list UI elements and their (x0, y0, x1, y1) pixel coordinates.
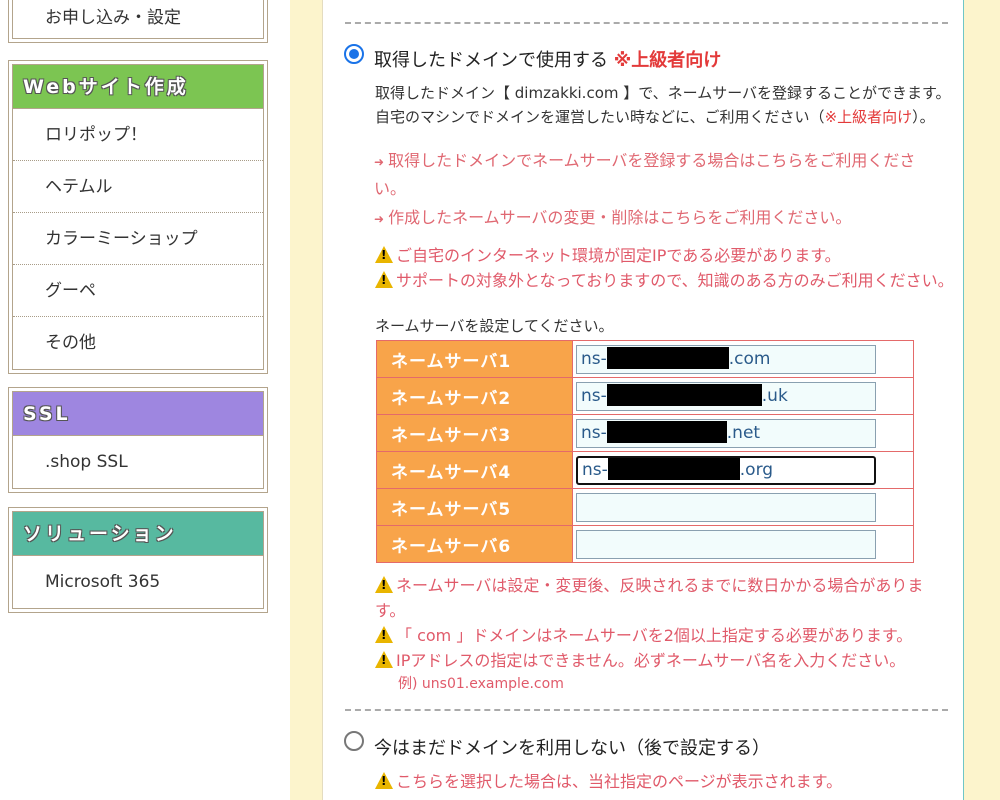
note-propagation-cont: す。 (375, 601, 406, 620)
note-propagation-text: ネームサーバは設定・変更後、反映されるまでに数日かかる場合がありま (396, 576, 924, 595)
warning-fixed-ip-text: ご自宅のインターネット環境が固定IPである必要があります。 (396, 246, 841, 265)
divider-bottom (345, 709, 948, 711)
warning-unsupported: サポートの対象外となっておりますので、知識のある方のみご利用ください。 (375, 267, 954, 291)
nameserver-label-4: ネームサーバ4 (376, 451, 573, 489)
link-register-nameserver-text[interactable]: 取得したドメインでネームサーバを登録する場合はこちらをご利用くださ (388, 151, 915, 170)
note-com-requirement-text: 「 com 」ドメインはネームサーバを2個以上指定する必要があります。 (396, 626, 913, 645)
redacted-block (606, 346, 729, 369)
sidebar: お申し込み・設定 Webサイト作成 ロリポップ！ ヘテムル カラーミーショップ … (0, 0, 290, 800)
link-register-nameserver-cont[interactable]: い。 (374, 175, 406, 199)
warning-default-page: こちらを選択した場合は、当社指定のページが表示されます。 (375, 768, 842, 792)
option-owned-title-text: 取得したドメインで使用する (374, 50, 608, 71)
link-edit-nameserver[interactable]: ➜ 作成したネームサーバの変更・削除はこちらをご利用ください。 (374, 204, 851, 228)
warning-icon (375, 576, 393, 593)
table-row: ネームサーバ4 ns- .org (376, 451, 914, 489)
sidebar-item-goope[interactable]: グーペ (13, 265, 263, 317)
warning-icon (375, 772, 393, 789)
table-row: ネームサーバ6 (376, 525, 914, 563)
note-no-ip: IPアドレスの指定はできません。必ずネームサーバ名を入力ください。 (375, 647, 905, 671)
advanced-badge: ※上級者向け (613, 50, 722, 71)
warning-unsupported-text: サポートの対象外となっておりますので、知識のある方のみご利用ください。 (396, 271, 954, 290)
redacted-block (606, 383, 762, 406)
nameserver-table: ネームサーバ1 ns- .com ネームサーバ2 ns- .uk ネームサーバ3 n… (376, 340, 914, 563)
table-row: ネームサーバ5 (376, 488, 914, 526)
sidebar-item-lolipop[interactable]: ロリポップ！ (13, 109, 263, 161)
sidebar-item-other[interactable]: その他 (13, 317, 263, 369)
sidebar-box-solution: ソリューション Microsoft 365 (8, 507, 268, 613)
owned-desc-line1: 取得したドメイン【 dimzakki.com 】で、ネームサーバを登録することが… (375, 84, 951, 102)
nameserver-input-5[interactable] (576, 492, 876, 522)
note-com-requirement: 「 com 」ドメインはネームサーバを2個以上指定する必要があります。 (375, 622, 912, 646)
nameserver-input-1[interactable]: ns- .com (576, 344, 876, 374)
warning-icon (375, 271, 393, 288)
nameserver-example: 例) uns01.example.com (398, 676, 564, 692)
redacted-block (606, 420, 727, 443)
sidebar-item-heteml[interactable]: ヘテムル (13, 161, 263, 213)
sidebar-item-colorme[interactable]: カラーミーショップ (13, 213, 263, 265)
arrow-right-icon: ➜ (374, 212, 385, 226)
sidebar-box-website: Webサイト作成 ロリポップ！ ヘテムル カラーミーショップ グーペ その他 (8, 60, 268, 374)
nameserver-label-6: ネームサーバ6 (376, 525, 573, 563)
nameserver-label-1: ネームサーバ1 (376, 340, 573, 378)
nameserver-input-6[interactable] (576, 529, 876, 559)
nameserver-label-2: ネームサーバ2 (376, 377, 573, 415)
table-row: ネームサーバ3 ns- .net (376, 414, 914, 452)
nameserver-label-5: ネームサーバ5 (376, 488, 573, 526)
warning-icon (375, 626, 393, 643)
owned-desc-advanced: ※上級者向け (824, 108, 913, 126)
warning-fixed-ip: ご自宅のインターネット環境が固定IPである必要があります。 (375, 242, 841, 266)
nameserver-label-3: ネームサーバ3 (376, 414, 573, 452)
warning-default-page-text: こちらを選択した場合は、当社指定のページが表示されます。 (396, 772, 843, 791)
owned-desc-line2: 自宅のマシンでドメインを運営したい時などに、ご利用ください（※上級者向け）。 (375, 106, 935, 127)
redacted-block (607, 457, 740, 480)
owned-desc-line2-a: 自宅のマシンでドメインを運営したい時などに、ご利用ください（ (375, 108, 825, 126)
option-owned-title: 取得したドメインで使用する ※上級者向け (374, 46, 721, 72)
table-row: ネームサーバ1 ns- .com (376, 340, 914, 378)
sidebar-header-website: Webサイト作成 (13, 65, 263, 109)
option-later-title: 今はまだドメインを利用しない（後で設定する） (374, 738, 770, 759)
owned-desc-line2-c: ）。 (912, 108, 935, 126)
nameserver-input-3[interactable]: ns- .net (576, 418, 876, 448)
table-row: ネームサーバ2 ns- .uk (376, 377, 914, 415)
nameserver-prompt: ネームサーバを設定してください。 (375, 317, 614, 335)
radio-not-now[interactable] (344, 731, 364, 751)
arrow-right-icon: ➜ (374, 155, 385, 169)
sidebar-item-shop-ssl[interactable]: .shop SSL (13, 436, 263, 488)
radio-owned-domain[interactable] (344, 44, 364, 64)
nameserver-input-4[interactable]: ns- .org (576, 455, 876, 485)
link-edit-nameserver-text[interactable]: 作成したネームサーバの変更・削除はこちらをご利用ください。 (388, 208, 851, 227)
nameserver-input-2[interactable]: ns- .uk (576, 381, 876, 411)
sidebar-header-ssl: SSL (13, 392, 263, 436)
sidebar-box-order: お申し込み・設定 (8, 0, 268, 43)
link-register-nameserver[interactable]: ➜ 取得したドメインでネームサーバを登録する場合はこちらをご利用くださ (374, 147, 915, 171)
note-no-ip-text: IPアドレスの指定はできません。必ずネームサーバ名を入力ください。 (396, 651, 906, 670)
sidebar-box-ssl: SSL .shop SSL (8, 387, 268, 493)
warning-icon (375, 246, 393, 263)
sidebar-item-order-settings[interactable]: お申し込み・設定 (13, 0, 263, 40)
divider-top (345, 22, 948, 24)
sidebar-item-microsoft365[interactable]: Microsoft 365 (13, 556, 263, 608)
sidebar-header-solution: ソリューション (13, 512, 263, 556)
note-propagation: ネームサーバは設定・変更後、反映されるまでに数日かかる場合がありま (375, 572, 923, 596)
warning-icon (375, 651, 393, 668)
